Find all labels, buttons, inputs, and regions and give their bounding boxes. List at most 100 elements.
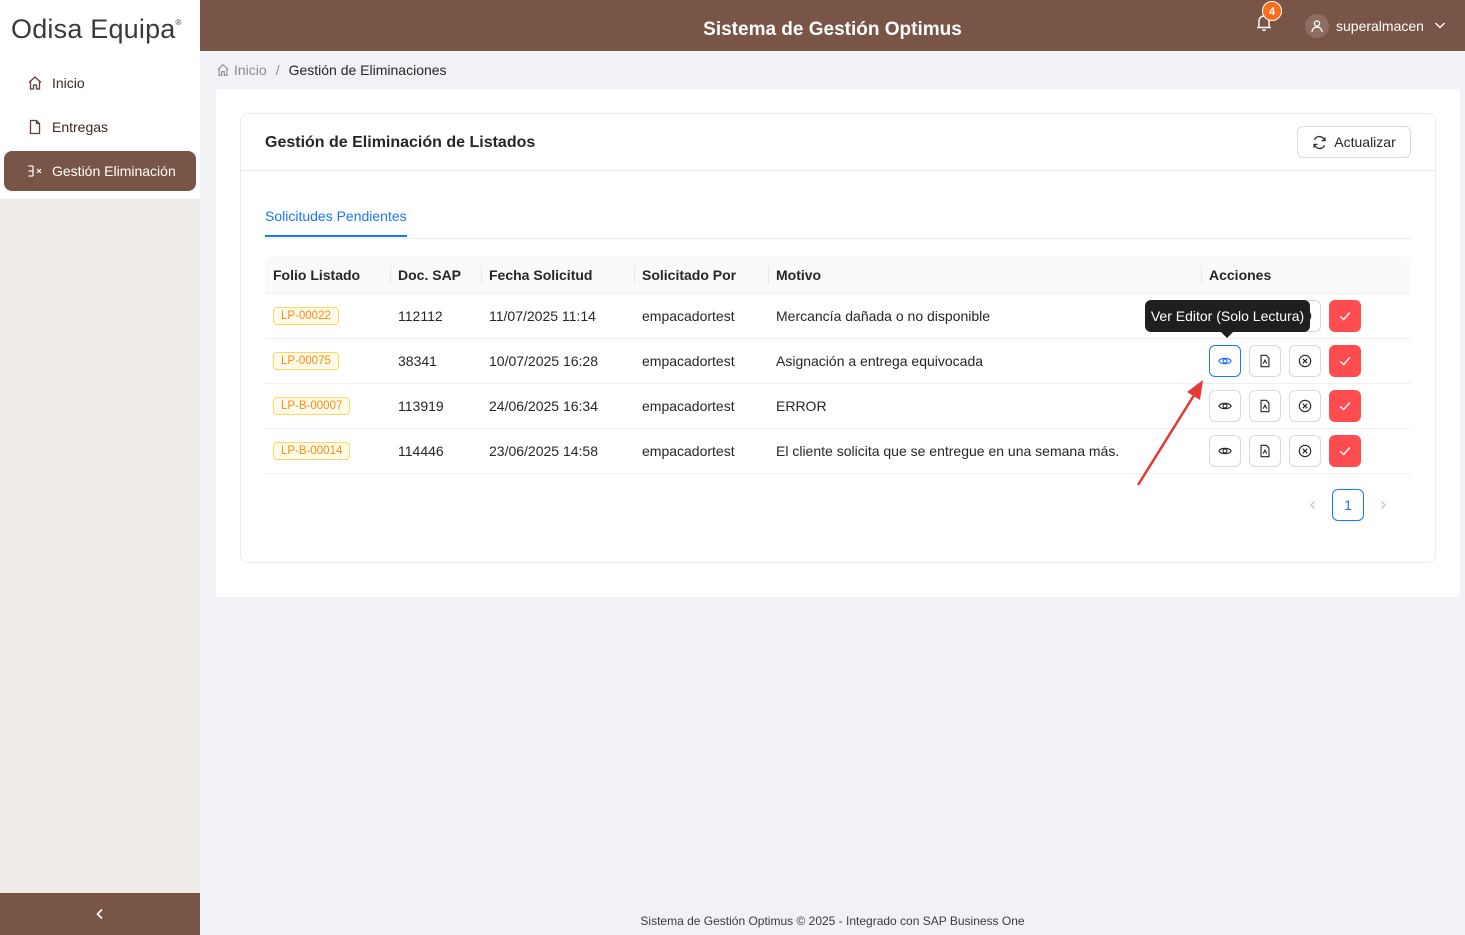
check-icon (1339, 312, 1351, 321)
breadcrumb-home-link[interactable]: Inicio (234, 62, 267, 78)
chevron-left-icon (96, 908, 103, 920)
solicitado-por-cell: empacadortest (642, 353, 735, 369)
tab-solicitudes-pendientes[interactable]: Solicitudes Pendientes (265, 208, 407, 237)
sidebar-item-label: Inicio (52, 75, 85, 91)
folio-tag: LP-00022 (273, 307, 339, 325)
folio-tag: LP-B-00014 (273, 442, 351, 460)
home-icon (216, 63, 230, 77)
pdf-button[interactable] (1249, 390, 1281, 422)
pdf-button[interactable] (1249, 345, 1281, 377)
refresh-button[interactable]: Actualizar (1297, 126, 1411, 158)
check-icon (1339, 357, 1351, 366)
refresh-button-label: Actualizar (1334, 134, 1396, 150)
view-button[interactable] (1209, 390, 1241, 422)
motivo-cell: Asignación a entrega equivocada (776, 353, 984, 369)
footer: Sistema de Gestión Optimus © 2025 - Inte… (200, 902, 1465, 935)
sidebar-item-inicio[interactable]: Inicio (4, 63, 196, 103)
reject-button[interactable] (1289, 390, 1321, 422)
column-header: Solicitado Por (634, 256, 768, 294)
sidebar-item-label: Gestión Eliminación (52, 163, 176, 179)
row-actions (1201, 429, 1411, 474)
user-menu[interactable]: superalmacen (1305, 14, 1446, 38)
solicitado-por-cell: empacadortest (642, 308, 735, 324)
view-button[interactable] (1209, 435, 1241, 467)
sidebar: Odisa Equipa® Inicio Entregas Gestión El… (0, 0, 200, 935)
check-icon (1339, 402, 1351, 411)
table-row: LP-B-00007 113919 24/06/2025 16:34 empac… (265, 384, 1411, 429)
breadcrumb-current: Gestión de Eliminaciones (288, 62, 447, 78)
main-content: Gestión de Eliminación de Listados Actua… (216, 89, 1460, 597)
logo-text: Odisa Equipa® (11, 14, 182, 44)
view-editor-tooltip: Ver Editor (Solo Lectura) (1145, 300, 1310, 338)
pdf-button[interactable] (1249, 435, 1281, 467)
folio-tag: LP-00075 (273, 352, 339, 370)
table-row: LP-B-00014 114446 23/06/2025 14:58 empac… (265, 429, 1411, 474)
logo: Odisa Equipa® (0, 0, 200, 59)
view-button[interactable] (1209, 345, 1241, 377)
table-header: Folio Listado Doc. SAP Fecha Solicitud S… (265, 256, 1411, 294)
eye-icon (1218, 357, 1232, 365)
close-circle-icon (1298, 399, 1312, 413)
user-avatar-icon (1305, 14, 1329, 38)
notifications-badge: 4 (1262, 1, 1282, 21)
doc-sap-cell: 113919 (398, 398, 444, 414)
approve-button[interactable] (1329, 300, 1361, 332)
row-actions (1201, 339, 1411, 384)
sidebar-collapse-button[interactable] (0, 893, 200, 935)
prev-page-button[interactable] (1297, 489, 1329, 521)
close-circle-icon (1298, 444, 1312, 458)
doc-sap-cell: 112112 (398, 308, 443, 324)
motivo-cell: Mercancía dañada o no disponible (776, 308, 991, 324)
file-pdf-icon (1260, 354, 1270, 368)
motivo-cell: El cliente solicita que se entregue en u… (776, 443, 1120, 459)
folio-tag: LP-B-00007 (273, 397, 351, 415)
username: superalmacen (1336, 18, 1424, 34)
row-actions (1201, 384, 1411, 429)
chevron-left-icon (1310, 501, 1315, 509)
eye-icon (1218, 447, 1232, 455)
close-circle-icon (1298, 354, 1312, 368)
motivo-cell: ERROR (776, 398, 827, 414)
sidebar-item-entregas[interactable]: Entregas (4, 107, 196, 147)
home-icon (26, 74, 44, 92)
deletion-card: Gestión de Eliminación de Listados Actua… (240, 113, 1436, 563)
column-header: Motivo (768, 256, 1201, 294)
solicitado-por-cell: empacadortest (642, 398, 735, 414)
card-header: Gestión de Eliminación de Listados Actua… (241, 114, 1435, 171)
pagination: 1 (1297, 489, 1399, 521)
approve-button[interactable] (1329, 390, 1361, 422)
file-pdf-icon (1260, 399, 1270, 413)
sidebar-item-gestion-eliminacion[interactable]: Gestión Eliminación (4, 151, 196, 191)
doc-sap-cell: 114446 (398, 443, 444, 459)
column-header: Doc. SAP (390, 256, 481, 294)
eye-icon (1218, 402, 1232, 410)
requests-table: Folio Listado Doc. SAP Fecha Solicitud S… (265, 256, 1411, 474)
tabs: Solicitudes Pendientes (265, 198, 1411, 239)
fecha-cell: 10/07/2025 16:28 (489, 353, 598, 369)
chevron-down-icon (1434, 18, 1446, 34)
reject-button[interactable] (1289, 345, 1321, 377)
file-icon (26, 118, 44, 136)
fecha-cell: 23/06/2025 14:58 (489, 443, 598, 459)
delete-list-icon (26, 162, 44, 180)
column-header: Fecha Solicitud (481, 256, 634, 294)
refresh-icon (1313, 135, 1326, 149)
breadcrumb: Inicio / Gestión de Eliminaciones (216, 62, 447, 78)
solicitado-por-cell: empacadortest (642, 443, 735, 459)
breadcrumb-separator: / (275, 62, 280, 78)
card-title: Gestión de Eliminación de Listados (265, 134, 536, 151)
approve-button[interactable] (1329, 435, 1361, 467)
table-row: LP-00075 38341 10/07/2025 16:28 empacado… (265, 339, 1411, 384)
page-button[interactable]: 1 (1332, 489, 1364, 521)
doc-sap-cell: 38341 (398, 353, 437, 369)
reject-button[interactable] (1289, 435, 1321, 467)
file-pdf-icon (1260, 444, 1270, 458)
column-header: Acciones (1201, 256, 1411, 294)
chevron-right-icon (1381, 501, 1386, 509)
approve-button[interactable] (1329, 345, 1361, 377)
fecha-cell: 24/06/2025 16:34 (489, 398, 598, 414)
next-page-button[interactable] (1367, 489, 1399, 521)
check-icon (1339, 447, 1351, 456)
sidebar-item-label: Entregas (52, 119, 109, 135)
column-header: Folio Listado (273, 266, 361, 283)
